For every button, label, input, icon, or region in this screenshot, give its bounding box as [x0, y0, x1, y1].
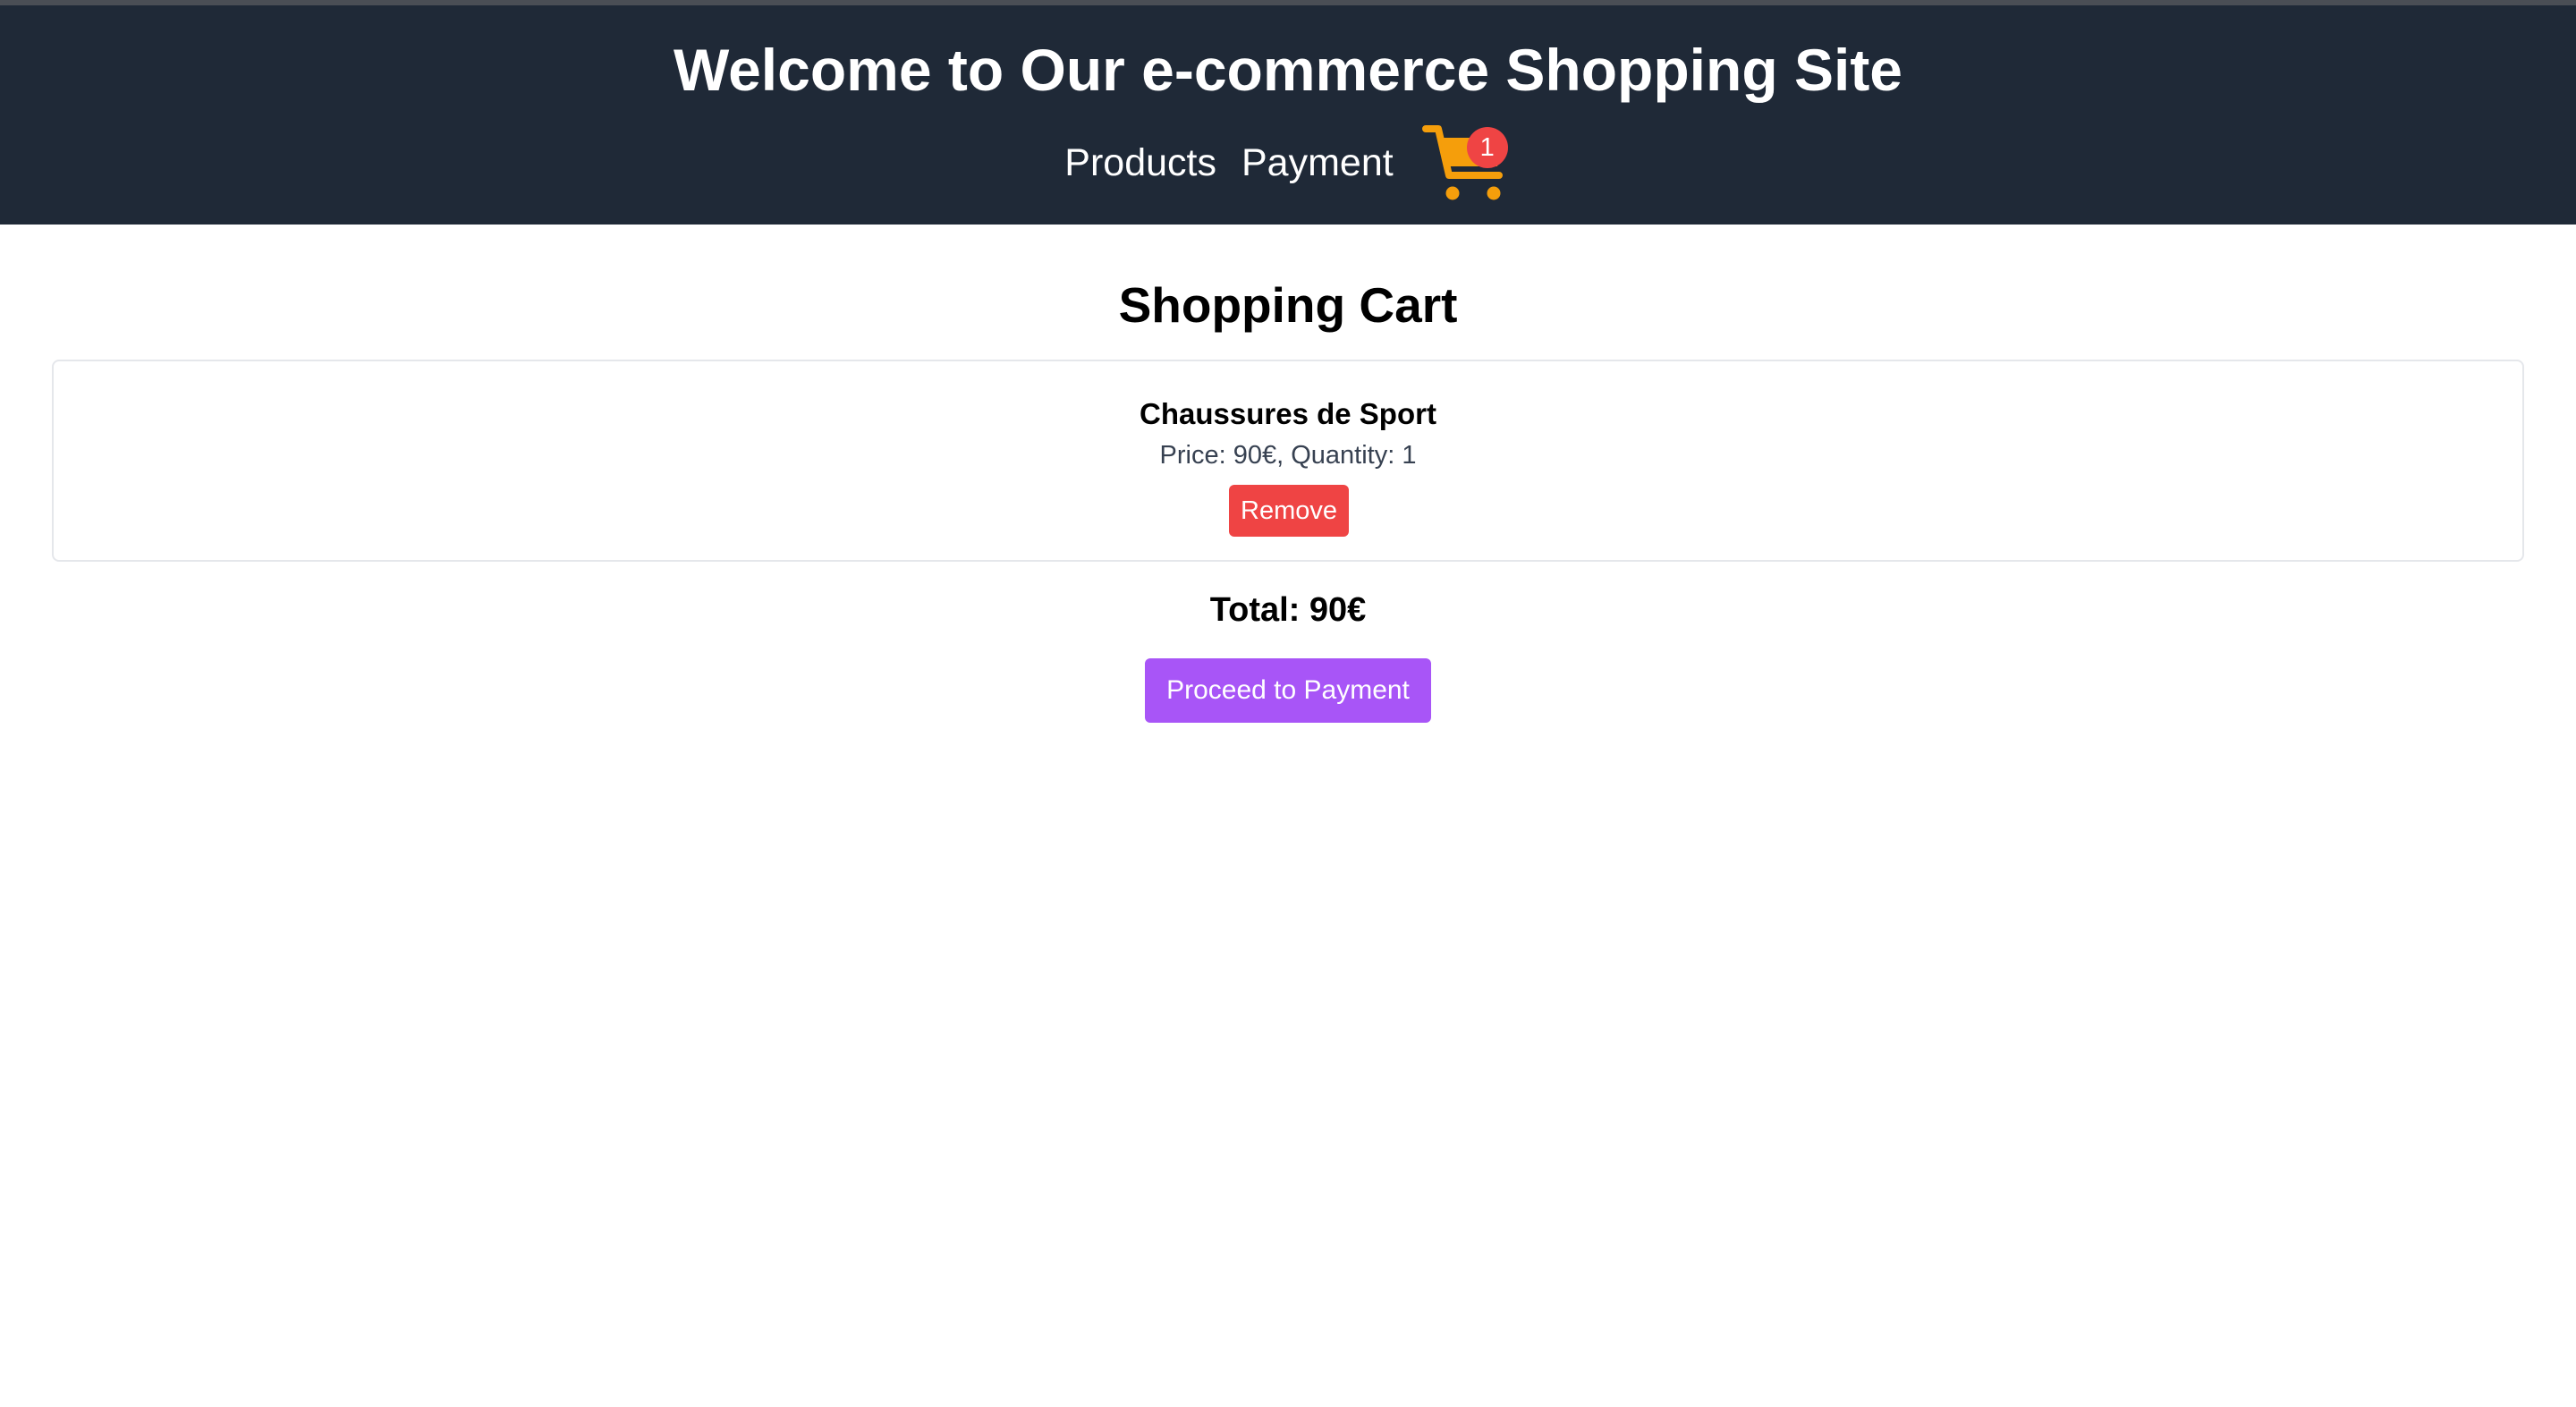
- cart-item-details: Price: 90€, Quantity: 1: [1159, 441, 1417, 470]
- page-title: Shopping Cart: [1118, 277, 1458, 333]
- main-nav: Products Payment 1: [0, 120, 2576, 206]
- site-title: Welcome to Our e-commerce Shopping Site: [673, 37, 1903, 103]
- nav-link-payment[interactable]: Payment: [1241, 129, 1394, 197]
- cart-total: Total: 90€: [1209, 591, 1367, 629]
- proceed-to-payment-button[interactable]: Proceed to Payment: [1145, 658, 1431, 723]
- cart-item: Chaussures de Sport Price: 90€, Quantity…: [52, 360, 2524, 562]
- nav-link-products[interactable]: Products: [1064, 129, 1216, 197]
- cart-count-badge: 1: [1466, 127, 1508, 168]
- cart-button[interactable]: 1: [1421, 120, 1512, 206]
- cart-item-name: Chaussures de Sport: [1140, 397, 1436, 430]
- site-header: Welcome to Our e-commerce Shopping Site …: [0, 5, 2576, 225]
- remove-item-button[interactable]: Remove: [1229, 485, 1349, 537]
